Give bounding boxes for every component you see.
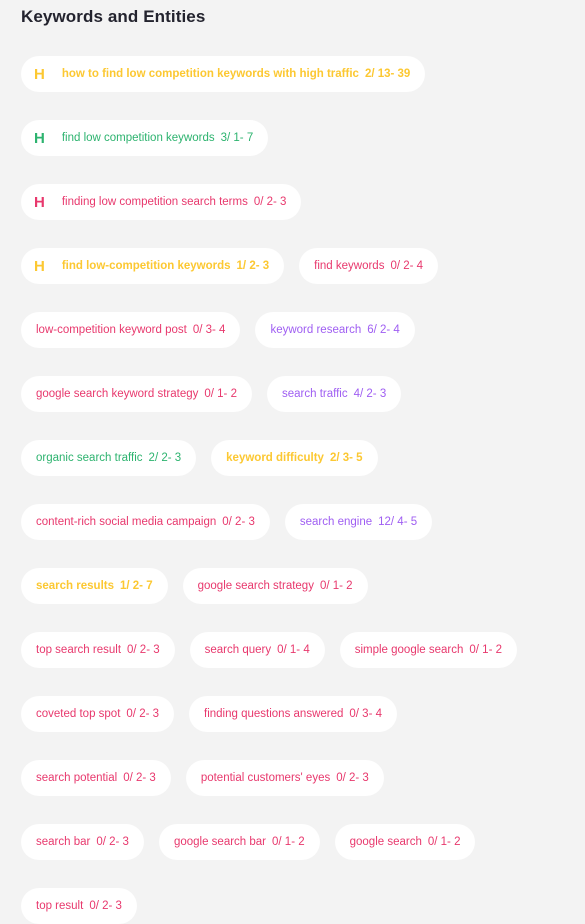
heading-marker-icon: H	[34, 193, 45, 211]
keyword-usage-stats: 0/ 3- 4	[349, 708, 382, 720]
keyword-usage-stats: 2/ 3- 5	[329, 452, 363, 464]
keyword-text: simple google search	[354, 644, 464, 656]
keyword-text: low-competition keyword post	[36, 324, 187, 336]
keyword-usage-stats: 0/ 2- 3	[127, 644, 160, 656]
keyword-text: organic search traffic	[36, 452, 143, 464]
keyword-usage-stats: 3/ 1- 7	[220, 132, 254, 144]
keyword-chip[interactable]: search bar 0/ 2- 3	[21, 824, 144, 860]
keyword-usage-stats: 0/ 2- 3	[222, 516, 255, 528]
keyword-chip[interactable]: search engine 12/ 4- 5	[284, 504, 433, 540]
keyword-text: content-rich social media campaign	[36, 516, 217, 528]
keyword-chip[interactable]: finding questions answered 0/ 3- 4	[189, 696, 397, 732]
keyword-text: find low competition keywords	[61, 132, 215, 144]
heading-marker-icon: H	[34, 129, 45, 147]
keyword-text: how to find low competition keywords wit…	[61, 68, 359, 80]
keyword-usage-stats: 0/ 1- 4	[277, 644, 310, 656]
keyword-usage-stats: 0/ 2- 3	[126, 708, 160, 720]
keyword-usage-stats: 2/ 2- 3	[148, 452, 182, 464]
keyword-chip[interactable]: find keywords 0/ 2- 4	[299, 248, 439, 284]
keyword-text: find low-competition keywords	[61, 260, 231, 272]
keyword-text: find keywords	[314, 260, 385, 272]
keyword-chip-list: Hhow to find low competition keywords wi…	[21, 56, 564, 924]
keyword-text: search bar	[36, 836, 91, 848]
keywords-entities-panel: Keywords and Entities Hhow to find low c…	[0, 0, 585, 924]
keyword-chip[interactable]: top search result 0/ 2- 3	[21, 632, 175, 668]
keyword-chip[interactable]: Hfind low-competition keywords 1/ 2- 3	[21, 248, 285, 284]
keyword-chip[interactable]: google search strategy 0/ 1- 2	[182, 568, 368, 604]
keyword-chip[interactable]: google search 0/ 1- 2	[334, 824, 476, 860]
keyword-chip[interactable]: potential customers' eyes 0/ 2- 3	[185, 760, 384, 796]
keyword-text: keyword research	[270, 324, 362, 336]
keyword-usage-stats: 0/ 1- 2	[469, 644, 502, 656]
keyword-text: google search bar	[173, 836, 267, 848]
keyword-usage-stats: 4/ 2- 3	[353, 388, 387, 400]
keyword-chip[interactable]: search results 1/ 2- 7	[21, 568, 168, 604]
keyword-text: potential customers' eyes	[200, 772, 331, 784]
keyword-text: top search result	[36, 644, 122, 656]
keyword-usage-stats: 0/ 2- 3	[336, 772, 369, 784]
heading-marker-icon: H	[34, 65, 45, 83]
keyword-text: keyword difficulty	[226, 452, 324, 464]
keyword-chip[interactable]: content-rich social media campaign 0/ 2- …	[21, 504, 270, 540]
keyword-chip[interactable]: Hfind low competition keywords 3/ 1- 7	[21, 120, 269, 156]
keyword-text: finding questions answered	[204, 708, 344, 720]
keyword-text: finding low competition search terms	[61, 196, 248, 208]
keyword-usage-stats: 1/ 2- 7	[120, 580, 153, 592]
keyword-chip[interactable]: search potential 0/ 2- 3	[21, 760, 171, 796]
keyword-text: search engine	[299, 516, 373, 528]
keyword-text: google search strategy	[197, 580, 314, 592]
keyword-usage-stats: 0/ 1- 2	[272, 836, 305, 848]
keyword-usage-stats: 2/ 13- 39	[364, 68, 411, 80]
keyword-chip[interactable]: keyword difficulty 2/ 3- 5	[211, 440, 378, 476]
keyword-text: coveted top spot	[36, 708, 121, 720]
keyword-chip[interactable]: google search keyword strategy 0/ 1- 2	[21, 376, 252, 412]
keyword-chip[interactable]: simple google search 0/ 1- 2	[339, 632, 517, 668]
keyword-chip[interactable]: search query 0/ 1- 4	[189, 632, 325, 668]
keyword-chip[interactable]: coveted top spot 0/ 2- 3	[21, 696, 175, 732]
keyword-text: search traffic	[281, 388, 348, 400]
keyword-chip[interactable]: google search bar 0/ 1- 2	[158, 824, 320, 860]
keyword-chip[interactable]: keyword research 6/ 2- 4	[255, 312, 415, 348]
keyword-chip[interactable]: Hhow to find low competition keywords wi…	[21, 56, 426, 92]
keyword-usage-stats: 12/ 4- 5	[378, 516, 418, 528]
keyword-usage-stats: 0/ 1- 2	[204, 388, 237, 400]
heading-marker-icon: H	[34, 257, 45, 275]
keyword-usage-stats: 0/ 2- 3	[253, 196, 287, 208]
keyword-usage-stats: 0/ 2- 3	[123, 772, 156, 784]
keyword-chip[interactable]: organic search traffic 2/ 2- 3	[21, 440, 197, 476]
keyword-usage-stats: 0/ 2- 4	[390, 260, 424, 272]
keyword-usage-stats: 0/ 2- 3	[89, 900, 122, 912]
keyword-usage-stats: 6/ 2- 4	[367, 324, 400, 336]
keyword-chip[interactable]: Hfinding low competition search terms 0/ …	[21, 184, 302, 220]
keyword-usage-stats: 0/ 1- 2	[319, 580, 353, 592]
keyword-text: search potential	[36, 772, 118, 784]
keyword-chip[interactable]: top result 0/ 2- 3	[21, 888, 137, 924]
keyword-chip[interactable]: search traffic 4/ 2- 3	[266, 376, 402, 412]
keyword-usage-stats: 0/ 2- 3	[96, 836, 129, 848]
section-title: Keywords and Entities	[21, 7, 206, 26]
keyword-usage-stats: 0/ 3- 4	[192, 324, 226, 336]
keyword-text: search results	[36, 580, 114, 592]
keyword-chip[interactable]: low-competition keyword post 0/ 3- 4	[21, 312, 241, 348]
keyword-text: google search keyword strategy	[36, 388, 199, 400]
keyword-text: google search	[349, 836, 422, 848]
keyword-usage-stats: 0/ 1- 2	[427, 836, 461, 848]
keyword-usage-stats: 1/ 2- 3	[236, 260, 270, 272]
keyword-text: search query	[204, 644, 272, 656]
keyword-text: top result	[36, 900, 84, 912]
